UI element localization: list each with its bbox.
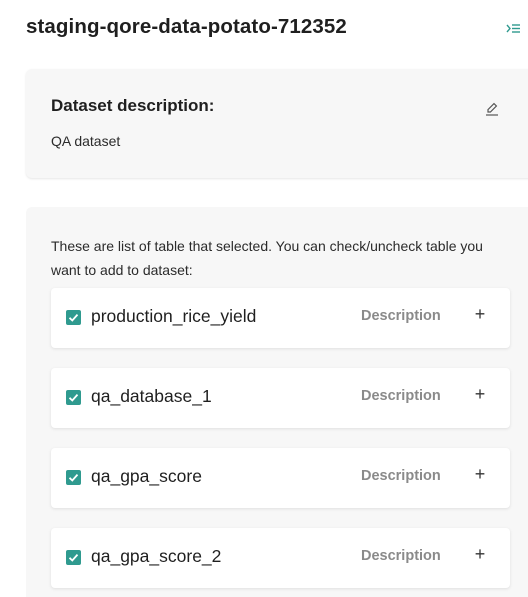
- table-item-production-rice-yield: production_rice_yield Description +: [51, 288, 510, 348]
- checkmark-icon: [68, 314, 79, 322]
- checkmark-icon: [68, 474, 79, 482]
- sidebar-collapse-icon[interactable]: [506, 21, 522, 37]
- table-name: qa_gpa_score_2: [91, 546, 222, 566]
- selection-instructions: These are list of table that selected. Y…: [51, 238, 483, 278]
- description-button[interactable]: Description: [361, 308, 441, 324]
- checkmark-icon: [68, 554, 79, 562]
- table-item-qa-gpa-score: qa_gpa_score Description +: [51, 448, 510, 508]
- dataset-description-card: Dataset description: QA dataset: [26, 69, 528, 178]
- table-name: qa_database_1: [91, 386, 212, 406]
- checkmark-icon: [68, 394, 79, 402]
- description-button[interactable]: Description: [361, 548, 441, 564]
- description-button[interactable]: Description: [361, 468, 441, 484]
- page-title: staging-qore-data-potato-712352: [26, 15, 347, 38]
- expand-plus-button[interactable]: +: [471, 304, 489, 326]
- expand-plus-button[interactable]: +: [471, 384, 489, 406]
- description-title: Dataset description:: [51, 96, 215, 115]
- table-name: qa_gpa_score: [91, 466, 202, 486]
- table-checkbox[interactable]: [66, 310, 81, 325]
- table-name: production_rice_yield: [91, 306, 257, 326]
- dataset-page: staging-qore-data-potato-712352 Dataset …: [0, 0, 528, 597]
- table-checkbox[interactable]: [66, 390, 81, 405]
- table-checkbox[interactable]: [66, 550, 81, 565]
- description-text: QA dataset: [51, 133, 121, 149]
- pencil-icon[interactable]: [484, 101, 500, 117]
- expand-plus-button[interactable]: +: [471, 544, 489, 566]
- table-item-qa-database-1: qa_database_1 Description +: [51, 368, 510, 428]
- table-checkbox[interactable]: [66, 470, 81, 485]
- table-selection-panel: These are list of table that selected. Y…: [26, 207, 528, 597]
- expand-plus-button[interactable]: +: [471, 464, 489, 486]
- table-item-qa-gpa-score-2: qa_gpa_score_2 Description +: [51, 528, 510, 588]
- description-button[interactable]: Description: [361, 388, 441, 404]
